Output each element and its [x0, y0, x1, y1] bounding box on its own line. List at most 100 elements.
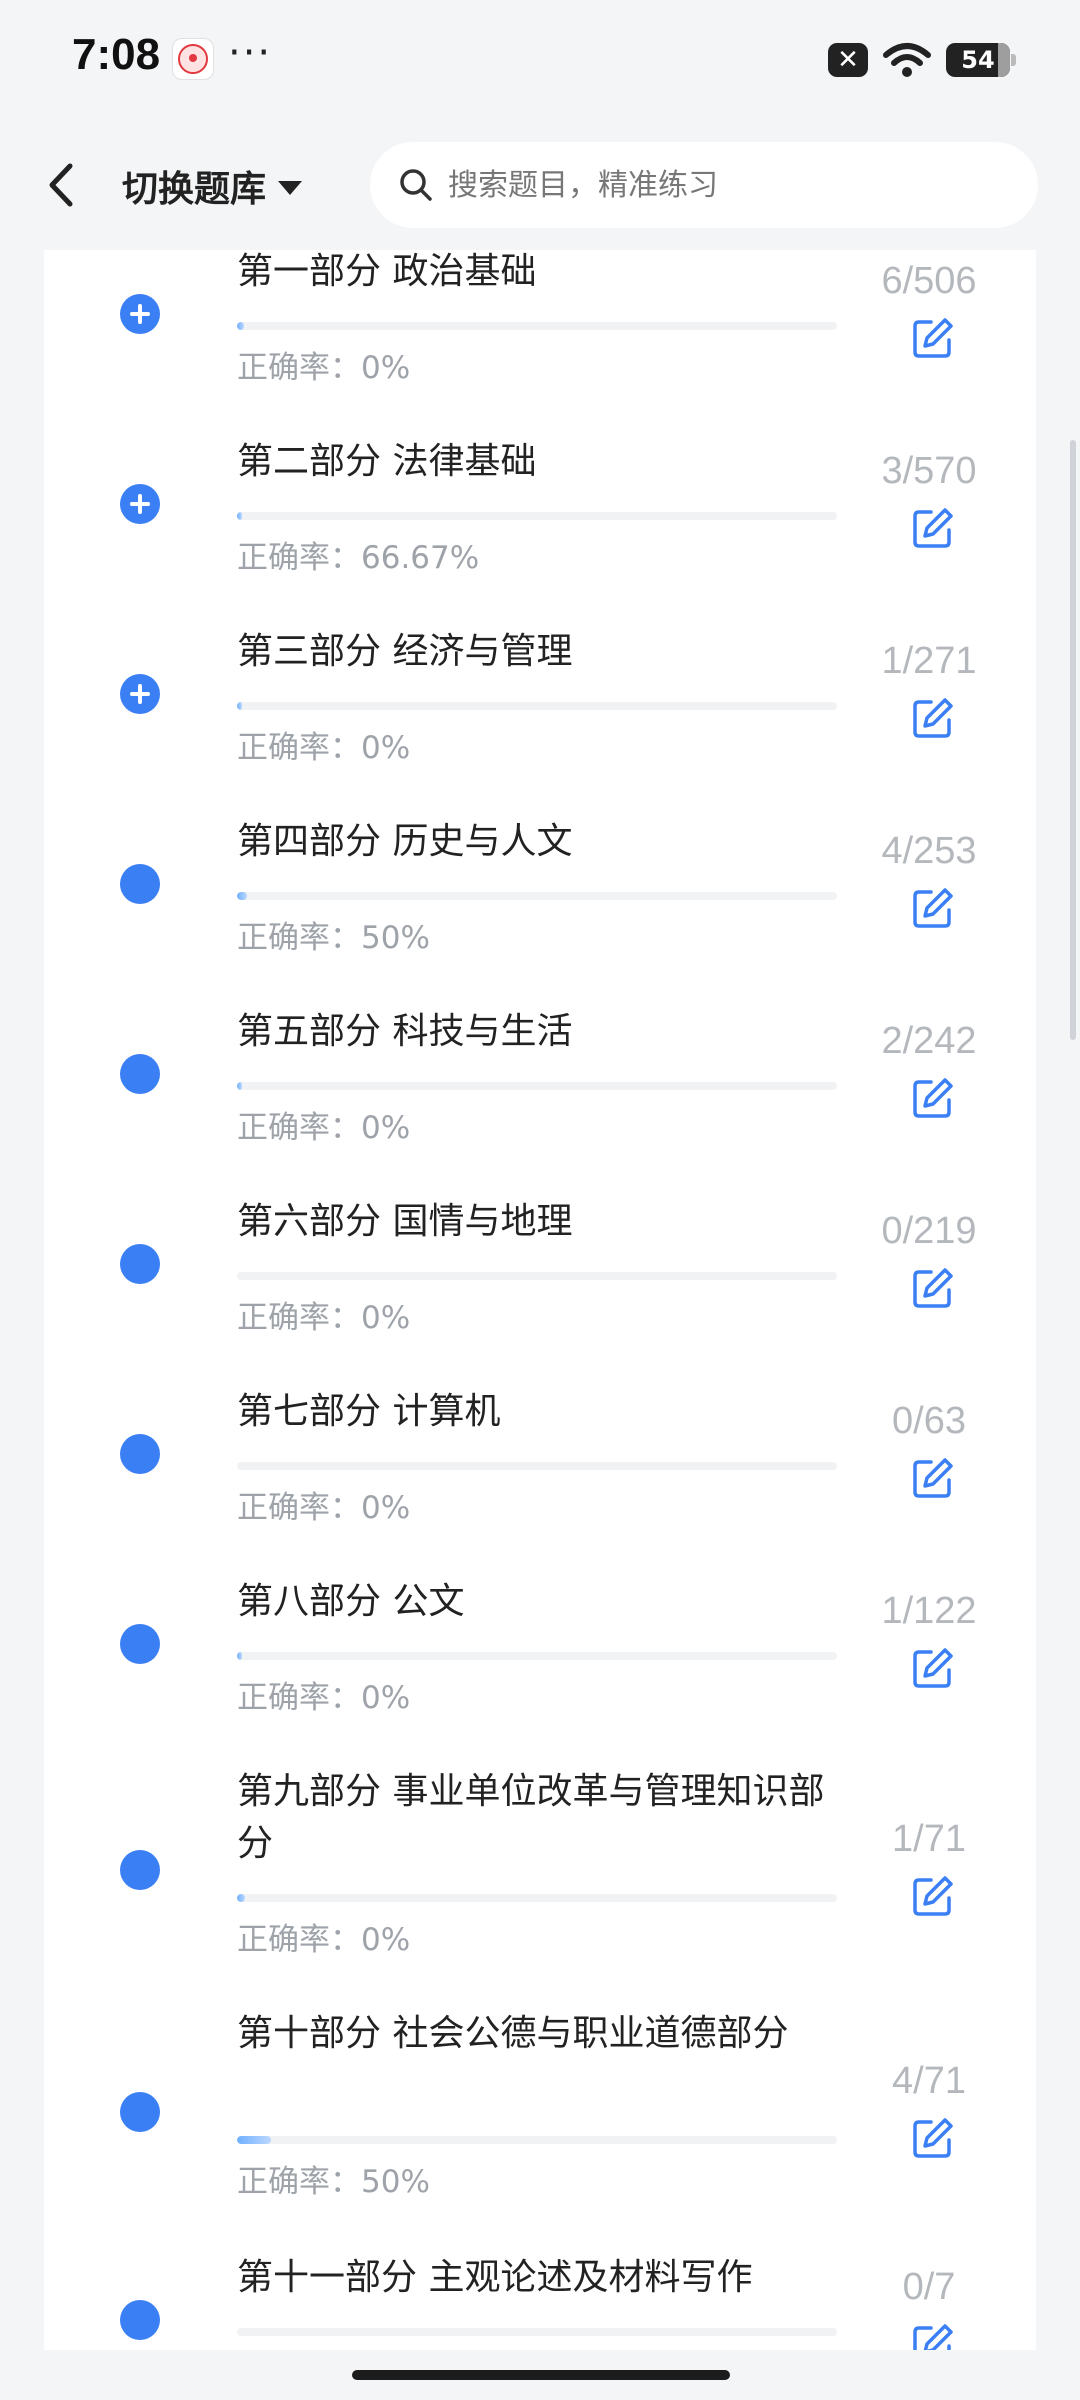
list-item[interactable]: 第四部分 历史与人文正确率：50% 4/253 — [44, 802, 1036, 992]
accuracy-value: 0% — [361, 1110, 411, 1146]
category-dot-icon — [120, 1624, 160, 1664]
category-title: 第九部分 事业单位改革与管理知识部分 — [237, 1771, 825, 1864]
accuracy-label: 正确率： — [237, 350, 361, 386]
progress-count: 0/7 — [902, 2266, 956, 2308]
progress-bar — [237, 1272, 837, 1280]
progress-bar — [237, 702, 837, 710]
search-bar[interactable] — [370, 142, 1038, 228]
category-dot-icon — [120, 2092, 160, 2132]
progress-fill — [237, 2136, 271, 2144]
progress-bar — [237, 1652, 837, 1660]
accuracy-label: 正确率： — [237, 730, 361, 766]
list-item[interactable]: 第三部分 经济与管理 正确率：0% 1/271 — [44, 612, 1036, 802]
category-dot-icon — [120, 1434, 160, 1474]
list-item[interactable]: 第六部分 国情与地理 正确率：0% 0/219 — [44, 1182, 1036, 1372]
status-bar: 7:08 ··· ✕ 54 — [0, 0, 1080, 120]
expand-plus-icon[interactable] — [120, 294, 160, 334]
category-dot-icon — [120, 1850, 160, 1890]
expand-plus-icon[interactable] — [120, 484, 160, 524]
top-bar: 切换题库 — [0, 120, 1080, 250]
list-item[interactable]: 第七部分 计算机正确率：0% 0/63 — [44, 1372, 1036, 1562]
progress-bar — [237, 1462, 837, 1470]
accuracy-text: 正确率：0% — [237, 1672, 410, 1717]
edit-practice-icon[interactable] — [911, 1076, 955, 1120]
progress-count: 3/570 — [881, 450, 977, 492]
accuracy-label: 正确率： — [237, 1490, 361, 1526]
accuracy-label: 正确率： — [237, 1300, 361, 1336]
progress-count: 1/71 — [892, 1818, 966, 1860]
progress-count: 4/71 — [892, 2060, 966, 2102]
list-item[interactable]: 第十部分 社会公德与职业道德部分正确率：50% 4/71 — [44, 1994, 1036, 2234]
accuracy-text: 正确率：0% — [237, 342, 410, 387]
list-item[interactable]: 第十一部分 主观论述及材料写作正确率：0% 0/7 — [44, 2238, 1036, 2350]
accuracy-value: 50% — [361, 920, 430, 956]
list-item[interactable]: 第九部分 事业单位改革与管理知识部分正确率：0% 1/71 — [44, 1752, 1036, 1992]
list-item[interactable]: 第八部分 公文 正确率：0% 1/122 — [44, 1562, 1036, 1752]
search-input[interactable] — [446, 166, 1010, 204]
progress-bar — [237, 512, 837, 520]
accuracy-label: 正确率： — [237, 920, 361, 956]
accuracy-label: 正确率： — [237, 2164, 361, 2200]
category-dot-icon — [120, 864, 160, 904]
category-title: 第四部分 历史与人文 — [237, 821, 573, 862]
progress-bar — [237, 892, 837, 900]
edit-practice-icon[interactable] — [911, 1456, 955, 1500]
edit-practice-icon[interactable] — [911, 1646, 955, 1690]
accuracy-value: 0% — [361, 350, 411, 386]
battery-level: 54 — [961, 46, 995, 74]
progress-count: 6/506 — [881, 260, 977, 302]
accuracy-label: 正确率： — [237, 1680, 361, 1716]
accuracy-text: 正确率：0% — [237, 1914, 410, 1959]
edit-practice-icon[interactable] — [911, 506, 955, 550]
progress-fill — [237, 1652, 242, 1660]
progress-bar — [237, 1894, 837, 1902]
progress-fill — [237, 1082, 242, 1090]
accuracy-text: 正确率：66.67% — [237, 532, 479, 577]
accuracy-text: 正确率：0% — [237, 2348, 410, 2350]
switch-question-bank-button[interactable]: 切换题库 — [122, 160, 303, 212]
accuracy-text: 正确率：0% — [237, 722, 410, 767]
progress-count: 4/253 — [881, 830, 977, 872]
wifi-icon — [883, 43, 931, 77]
edit-practice-icon[interactable] — [911, 2322, 955, 2350]
back-arrow-icon[interactable] — [40, 160, 84, 210]
caret-down-icon — [278, 181, 303, 195]
category-title: 第八部分 公文 — [237, 1581, 465, 1622]
list-item[interactable]: 第五部分 科技与生活 正确率：0% 2/242 — [44, 992, 1036, 1182]
category-title: 第一部分 政治基础 — [237, 251, 537, 292]
switch-question-bank-label: 切换题库 — [122, 169, 267, 210]
edit-practice-icon[interactable] — [911, 2116, 955, 2160]
accuracy-text: 正确率：50% — [237, 2156, 430, 2201]
expand-plus-icon[interactable] — [120, 674, 160, 714]
progress-bar — [237, 2328, 837, 2336]
progress-bar — [237, 1082, 837, 1090]
no-sim-icon: ✕ — [828, 43, 868, 77]
accuracy-value: 66.67% — [361, 540, 480, 576]
accuracy-value: 0% — [361, 1490, 411, 1526]
category-title: 第三部分 经济与管理 — [237, 631, 573, 672]
more-notifications-icon: ··· — [228, 30, 273, 76]
edit-practice-icon[interactable] — [911, 696, 955, 740]
category-list: 第一部分 政治基础 正确率：0% 6/506 第二部分 法律基础 正确率：66.67% 3… — [44, 250, 1036, 2350]
edit-practice-icon[interactable] — [911, 886, 955, 930]
home-indicator[interactable] — [352, 2370, 730, 2380]
progress-count: 0/63 — [892, 1400, 966, 1442]
progress-count: 2/242 — [881, 1020, 977, 1062]
list-item[interactable]: 第一部分 政治基础正确率：0% 6/506 — [44, 250, 1036, 422]
status-time: 7:08 — [72, 30, 161, 79]
edit-practice-icon[interactable] — [911, 1266, 955, 1310]
edit-practice-icon[interactable] — [911, 316, 955, 360]
edit-practice-icon[interactable] — [911, 1874, 955, 1918]
accuracy-label: 正确率： — [237, 1110, 361, 1146]
accuracy-value: 0% — [361, 730, 411, 766]
category-title: 第十部分 社会公德与职业道德部分 — [237, 2013, 789, 2054]
category-title: 第七部分 计算机 — [237, 1391, 501, 1432]
status-icons: ✕ 54 — [828, 40, 1016, 80]
scrollbar[interactable] — [1070, 440, 1076, 1040]
list-item[interactable]: 第二部分 法律基础 正确率：66.67% 3/570 — [44, 422, 1036, 612]
progress-fill — [237, 322, 245, 330]
accuracy-value: 0% — [361, 1680, 411, 1716]
accuracy-text: 正确率：0% — [237, 1102, 410, 1147]
progress-fill — [237, 1894, 246, 1902]
progress-fill — [237, 512, 242, 520]
